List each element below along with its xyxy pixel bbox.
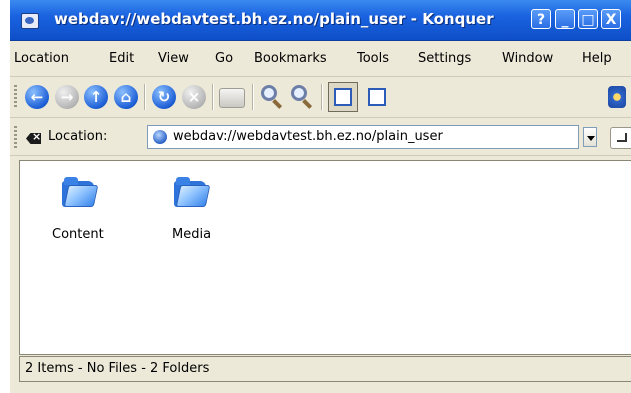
- folder-icon[interactable]: [60, 175, 99, 209]
- window-title: webdav://webdavtest.bh.ez.no/plain_user …: [54, 10, 494, 28]
- toolbar-separator: [144, 84, 145, 110]
- toolbar-grip[interactable]: [14, 126, 17, 148]
- go-button[interactable]: [610, 127, 631, 149]
- toolbar-separator: [252, 84, 253, 110]
- maximize-button[interactable]: □: [578, 9, 598, 29]
- icon-view-icon[interactable]: [328, 82, 358, 112]
- menu-help[interactable]: Help: [582, 51, 612, 66]
- main-toolbar: ← → ↑ ⌂ ↻ ×: [10, 77, 631, 118]
- title-bar[interactable]: webdav://webdavtest.bh.ez.no/plain_user …: [10, 0, 631, 41]
- menu-bar: Location Edit View Go Bookmarks Tools Se…: [10, 41, 631, 77]
- folder-icon[interactable]: [172, 175, 211, 209]
- location-toolbar: Location: webdav://webdavtest.bh.ez.no/p…: [10, 118, 631, 156]
- location-value[interactable]: webdav://webdavtest.bh.ez.no/plain_user: [173, 129, 443, 144]
- menu-edit[interactable]: Edit: [109, 51, 134, 66]
- toolbar-separator: [321, 84, 322, 110]
- konqueror-gear-icon[interactable]: [608, 86, 626, 108]
- globe-icon: [153, 130, 167, 144]
- home-icon[interactable]: ⌂: [114, 85, 138, 109]
- status-bar: 2 Items - No Files - 2 Folders: [19, 356, 631, 382]
- up-icon[interactable]: ↑: [84, 85, 108, 109]
- menu-view[interactable]: View: [158, 51, 189, 66]
- location-input[interactable]: webdav://webdavtest.bh.ez.no/plain_user: [147, 125, 579, 149]
- folder-label[interactable]: Media: [172, 227, 211, 242]
- konqueror-app-icon[interactable]: [21, 13, 39, 29]
- zoom-out-icon[interactable]: [289, 83, 317, 111]
- zoom-in-icon[interactable]: [259, 83, 287, 111]
- back-icon[interactable]: ←: [25, 85, 49, 109]
- folder-item[interactable]: Content: [20, 161, 120, 261]
- forward-icon[interactable]: →: [55, 85, 79, 109]
- clear-location-icon[interactable]: [26, 133, 41, 144]
- menu-location[interactable]: Location: [14, 51, 69, 66]
- menu-bookmarks[interactable]: Bookmarks: [254, 51, 327, 66]
- menu-settings[interactable]: Settings: [418, 51, 471, 66]
- folder-item[interactable]: Media: [140, 161, 240, 261]
- reload-icon[interactable]: ↻: [152, 85, 176, 109]
- help-button[interactable]: ?: [531, 9, 551, 29]
- close-button[interactable]: X: [601, 9, 621, 29]
- folder-label[interactable]: Content: [52, 227, 104, 242]
- menu-window[interactable]: Window: [502, 51, 553, 66]
- konqueror-window: webdav://webdavtest.bh.ez.no/plain_user …: [10, 0, 631, 393]
- toolbar-grip[interactable]: [14, 85, 17, 109]
- menu-go[interactable]: Go: [215, 51, 233, 66]
- status-text: 2 Items - No Files - 2 Folders: [25, 361, 210, 376]
- location-history-dropdown[interactable]: [583, 127, 597, 147]
- location-label: Location:: [48, 129, 108, 144]
- file-view[interactable]: Content Media: [19, 160, 631, 355]
- print-icon[interactable]: [219, 88, 245, 108]
- tree-view-icon[interactable]: [362, 82, 392, 112]
- toolbar-separator: [212, 84, 213, 110]
- menu-tools[interactable]: Tools: [357, 51, 389, 66]
- stop-icon[interactable]: ×: [182, 85, 206, 109]
- minimize-button[interactable]: _: [555, 9, 575, 29]
